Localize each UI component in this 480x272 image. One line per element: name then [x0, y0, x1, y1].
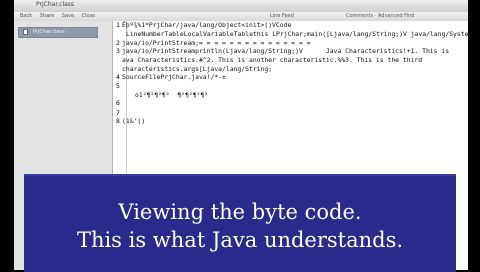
window-title: PrjChar.class [36, 1, 75, 8]
toolbar-item-back[interactable]: Back [20, 13, 32, 19]
line-number: 3 [116, 47, 120, 55]
line-number: 6 [116, 99, 120, 107]
line-number: 4 [116, 73, 120, 81]
sidebar-item-label: PrjChar.class [33, 29, 65, 35]
code-line: java/io/PrintStreamprintln(Ljava/lang/St… [122, 47, 450, 55]
caption-banner: Viewing the byte code. This is what Java… [24, 174, 456, 272]
code-line: ava Characteristics.#^2. This is another… [122, 56, 423, 64]
code-line: Êþº¾%1*PrjChar/java/lang/Object<init>()V… [122, 21, 292, 29]
toolbar-item-save[interactable]: Save [62, 13, 74, 19]
letterbox-left [0, 0, 14, 270]
document-icon [23, 29, 28, 35]
code-line: characteristics.args[Ljava/lang/String; [122, 65, 273, 73]
code-line: java/io/PrintStream;= = = = = = = = = = … [122, 39, 311, 47]
line-number: 7 [116, 109, 120, 117]
caption-line-2: This is what Java understands. [76, 228, 404, 252]
caption-line-1: Viewing the byte code. [118, 200, 362, 224]
code-line: LineNumberTableLocalVariableTablethis LP… [126, 30, 468, 38]
toolbar-item-close[interactable]: Close [82, 13, 96, 19]
toolbar-comments-find[interactable]: Comments · Advanced Find [346, 12, 414, 21]
sidebar-item-file[interactable]: PrjChar.class [18, 27, 98, 38]
toolbar-line-feed[interactable]: Line Feed [270, 12, 294, 21]
code-line: o1²¶²¶²¶² ¶²¶²¶²¶² [135, 91, 209, 99]
line-number: 5 [116, 82, 120, 90]
line-number: 2 [116, 39, 120, 47]
toolbar-item-share[interactable]: Share [40, 13, 54, 19]
letterbox-right [468, 0, 480, 270]
code-line: (1&'() [122, 117, 146, 125]
code-line: SourceFilePrjChar.java!/*-± [122, 73, 226, 81]
line-number: 8 [116, 117, 120, 125]
line-number: 1 [116, 21, 120, 29]
